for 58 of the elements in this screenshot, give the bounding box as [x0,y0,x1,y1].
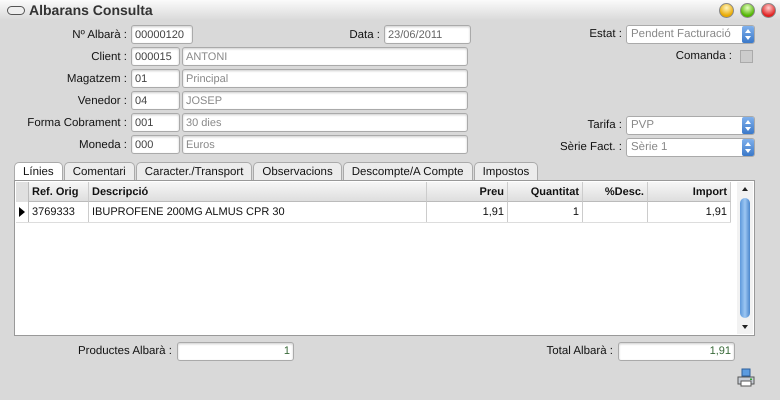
column-header[interactable]: Import [648,182,731,202]
input-field[interactable]: 1 [176,342,294,360]
input-field[interactable]: Euros [182,135,468,154]
input-field[interactable]: 001 [131,113,180,132]
dropdown[interactable]: Sèrie 1 [626,138,755,156]
tab[interactable]: Caracter./Transport [136,162,252,180]
input-field[interactable]: 30 dies [182,113,468,132]
input-field[interactable]: 23/06/2011 [384,25,471,44]
input-field[interactable]: 04 [131,91,180,110]
input-field[interactable]: Principal [182,69,468,88]
field-label: Magatzem : [66,72,128,84]
dropdown[interactable]: PVP [626,116,755,134]
table-cell: IBUPROFENE 200MG ALMUS CPR 30 [89,202,427,222]
input-field[interactable]: JOSEP [182,91,468,110]
tab[interactable]: Observacions [253,162,342,180]
input-field[interactable]: 000015 [131,47,180,66]
table-cell: 1,91 [427,202,508,222]
field-label: Venedor : [76,94,128,106]
field-label: Nº Albarà : [71,28,128,40]
tab[interactable]: Descompte/A Compte [342,162,473,180]
close-button[interactable] [761,2,776,18]
column-header[interactable]: Ref. Orig [29,182,89,202]
dropdown[interactable]: Pendent Facturació [626,24,755,44]
printer-icon[interactable] [736,368,756,388]
table-cell: 1,91 [648,202,731,222]
tab[interactable]: Impostos [474,162,538,180]
tab[interactable]: Línies [14,162,63,180]
tab[interactable]: Comentari [64,162,135,180]
field-label: Total Albarà : [546,345,613,357]
field-label: Forma Cobrament : [26,116,128,128]
maximize-button[interactable] [740,2,755,18]
column-header[interactable]: Descripció [89,182,427,202]
field-label: Productes Albarà : [78,345,172,357]
spinner-icon[interactable] [742,138,754,156]
input-field[interactable]: 1,91 [618,342,735,360]
window-title: Albarans Consulta [29,2,154,18]
column-header[interactable]: Quantitat [508,182,583,202]
input-field[interactable]: ANTONI [182,47,468,66]
table-cell: 1 [508,202,583,222]
field-label: Estat : [589,28,622,40]
field-label: Tarifa : [587,119,622,131]
table-cell: 3769333 [29,202,89,222]
input-field[interactable]: 000 [131,135,180,154]
field-label: Client : [90,50,128,62]
field-label: Comanda : [676,50,732,62]
window-menu-icon[interactable] [7,6,25,14]
input-field[interactable]: 01 [131,69,180,88]
input-field[interactable]: 00000120 [131,25,193,44]
vertical-scrollbar[interactable] [737,182,753,334]
column-header[interactable]: %Desc. [583,182,648,202]
spinner-icon[interactable] [742,116,754,134]
spinner-icon[interactable] [742,26,754,42]
field-label: Data : [349,28,380,40]
column-header[interactable]: Preu [427,182,508,202]
field-label: Sèrie Fact. : [560,141,622,153]
field-label: Moneda : [78,138,128,150]
checkbox[interactable] [740,50,753,62]
minimize-button[interactable] [719,2,734,18]
